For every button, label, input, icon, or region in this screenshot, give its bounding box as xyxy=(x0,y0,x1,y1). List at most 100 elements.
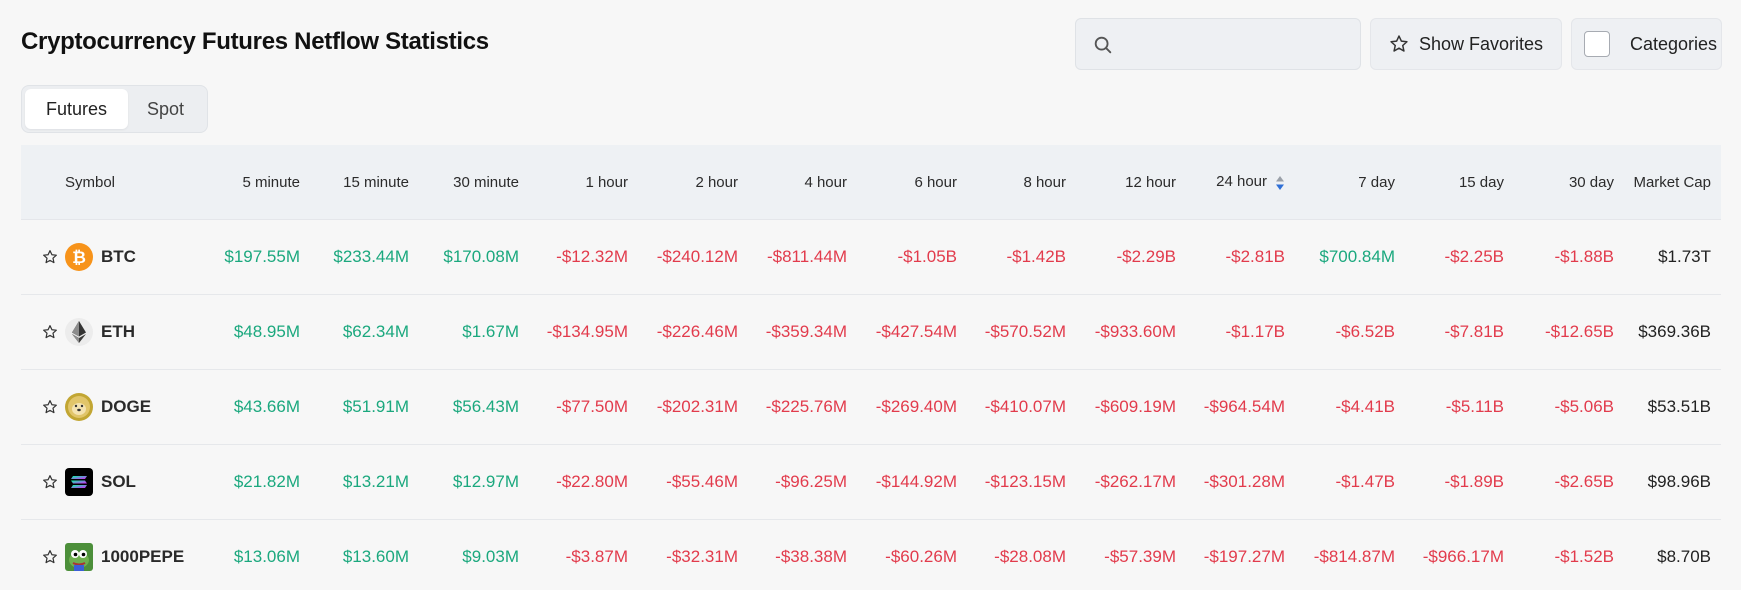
column-header-4h[interactable]: 4 hour xyxy=(738,174,847,191)
sort-icon xyxy=(1276,175,1284,190)
column-header-1h[interactable]: 1 hour xyxy=(519,174,628,191)
netflow-cell: -$1.88B xyxy=(1554,247,1614,266)
bitcoin-icon: ₿ xyxy=(64,242,94,272)
netflow-cell: -$240.12M xyxy=(656,247,738,266)
netflow-cell: -$144.92M xyxy=(875,472,957,491)
table-row[interactable]: SOL $21.82M $13.21M $12.97M -$22.80M -$55.46M… xyxy=(21,445,1721,520)
netflow-cell: $233.44M xyxy=(333,247,409,266)
favorite-star-icon[interactable] xyxy=(42,549,58,565)
netflow-cell: $13.21M xyxy=(342,472,409,491)
column-header-30m[interactable]: 30 minute xyxy=(409,174,519,191)
netflow-cell: -$134.95M xyxy=(546,322,628,341)
netflow-cell: -$225.76M xyxy=(765,397,847,416)
netflow-cell: $13.06M xyxy=(233,547,300,566)
netflow-cell: -$2.81B xyxy=(1225,247,1285,266)
netflow-cell: $21.82M xyxy=(233,472,300,491)
netflow-cell: -$570.52M xyxy=(984,322,1066,341)
column-header-30d[interactable]: 30 day xyxy=(1504,174,1614,191)
netflow-cell: -$32.31M xyxy=(666,547,738,566)
netflow-cell: $43.66M xyxy=(233,397,300,416)
symbol-cell: ₿ BTC xyxy=(21,242,203,272)
solana-icon xyxy=(64,467,94,497)
netflow-cell: -$2.29B xyxy=(1116,247,1176,266)
netflow-cell: -$60.26M xyxy=(885,547,957,566)
netflow-cell: -$57.39M xyxy=(1104,547,1176,566)
market-cap-cell: $53.51B xyxy=(1647,397,1711,416)
column-header-market-cap[interactable]: Market Cap xyxy=(1614,174,1711,191)
netflow-cell: -$410.07M xyxy=(984,397,1066,416)
symbol-name: SOL xyxy=(101,472,136,491)
column-header-7d[interactable]: 7 day xyxy=(1285,174,1395,191)
netflow-cell: -$5.11B xyxy=(1445,397,1504,416)
netflow-cell: -$77.50M xyxy=(556,397,628,416)
symbol-name: DOGE xyxy=(101,397,152,416)
table-row[interactable]: ETH $48.95M $62.34M $1.67M -$134.95M -$226.46… xyxy=(21,295,1721,370)
column-header-symbol[interactable]: Symbol xyxy=(21,174,203,191)
netflow-cell: $1.67M xyxy=(462,322,519,341)
netflow-cell: -$12.32M xyxy=(556,247,628,266)
table-header: Symbol 5 minute 15 minute 30 minute 1 ho… xyxy=(21,145,1721,220)
pepe-icon xyxy=(64,542,94,572)
column-header-15d[interactable]: 15 day xyxy=(1395,174,1504,191)
column-header-6h[interactable]: 6 hour xyxy=(847,174,957,191)
netflow-cell: $9.03M xyxy=(462,547,519,566)
table-body: ₿ BTC $197.55M $233.44M $170.08M -$12.32M -$24… xyxy=(21,220,1721,590)
market-cap-cell: $369.36B xyxy=(1638,322,1711,341)
tab-futures[interactable]: Futures xyxy=(25,89,128,129)
netflow-cell: -$3.87M xyxy=(565,547,628,566)
table-row[interactable]: DOGE $43.66M $51.91M $56.43M -$77.50M -$202.3… xyxy=(21,370,1721,445)
netflow-cell: $51.91M xyxy=(342,397,409,416)
show-favorites-button[interactable]: Show Favorites xyxy=(1370,18,1562,70)
table-row[interactable]: 1000PEPE $13.06M $13.60M $9.03M -$3.87M -$32.… xyxy=(21,520,1721,590)
netflow-cell: $48.95M xyxy=(233,322,300,341)
svg-text:₿: ₿ xyxy=(72,248,86,268)
netflow-cell: -$202.31M xyxy=(656,397,738,416)
categories-checkbox[interactable] xyxy=(1584,31,1610,57)
netflow-cell: -$1.17B xyxy=(1225,322,1285,341)
market-cap-cell: $98.96B xyxy=(1647,472,1711,491)
column-header-24h[interactable]: 24 hour xyxy=(1176,173,1285,190)
favorite-star-icon[interactable] xyxy=(42,399,58,415)
tab-spot[interactable]: Spot xyxy=(128,89,203,129)
netflow-cell: -$1.89B xyxy=(1444,472,1504,491)
netflow-table: Symbol 5 minute 15 minute 30 minute 1 ho… xyxy=(21,145,1721,590)
column-header-8h[interactable]: 8 hour xyxy=(957,174,1066,191)
netflow-cell: -$301.28M xyxy=(1203,472,1285,491)
netflow-cell: -$1.05B xyxy=(897,247,957,266)
table-row[interactable]: ₿ BTC $197.55M $233.44M $170.08M -$12.32M -$24… xyxy=(21,220,1721,295)
netflow-cell: $13.60M xyxy=(342,547,409,566)
symbol-name: 1000PEPE xyxy=(101,547,185,566)
column-header-15m[interactable]: 15 minute xyxy=(300,174,409,191)
market-cap-cell: $8.70B xyxy=(1657,547,1711,566)
netflow-cell: -$811.44M xyxy=(766,247,847,266)
search-box[interactable] xyxy=(1075,18,1361,70)
netflow-cell: -$609.19M xyxy=(1094,397,1176,416)
column-header-24h-label: 24 hour xyxy=(1216,173,1267,191)
netflow-cell: -$1.52B xyxy=(1554,547,1614,566)
netflow-cell: -$4.41B xyxy=(1335,397,1395,416)
netflow-cell: -$359.34M xyxy=(765,322,847,341)
categories-button[interactable]: Categories xyxy=(1571,18,1722,70)
netflow-cell: -$262.17M xyxy=(1094,472,1176,491)
netflow-cell: -$933.60M xyxy=(1094,322,1176,341)
column-header-2h[interactable]: 2 hour xyxy=(628,174,738,191)
ethereum-icon xyxy=(64,317,94,347)
favorite-star-icon[interactable] xyxy=(42,474,58,490)
netflow-cell: -$12.65B xyxy=(1545,322,1614,341)
netflow-cell: -$964.54M xyxy=(1203,397,1285,416)
netflow-cell: -$226.46M xyxy=(656,322,738,341)
netflow-cell: -$1.42B xyxy=(1006,247,1066,266)
market-cap-cell: $1.73T xyxy=(1658,247,1711,266)
page-title: Cryptocurrency Futures Netflow Statistic… xyxy=(21,28,489,55)
search-input[interactable] xyxy=(1120,27,1350,61)
column-header-12h[interactable]: 12 hour xyxy=(1066,174,1176,191)
netflow-cell: -$197.27M xyxy=(1203,547,1285,566)
netflow-cell: -$2.25B xyxy=(1444,247,1504,266)
favorite-star-icon[interactable] xyxy=(42,249,58,265)
netflow-cell: -$7.81B xyxy=(1444,322,1504,341)
netflow-cell: -$1.47B xyxy=(1335,472,1395,491)
netflow-cell: -$269.40M xyxy=(875,397,957,416)
favorite-star-icon[interactable] xyxy=(42,324,58,340)
netflow-cell: -$966.17M xyxy=(1422,547,1504,566)
column-header-5m[interactable]: 5 minute xyxy=(203,174,300,191)
